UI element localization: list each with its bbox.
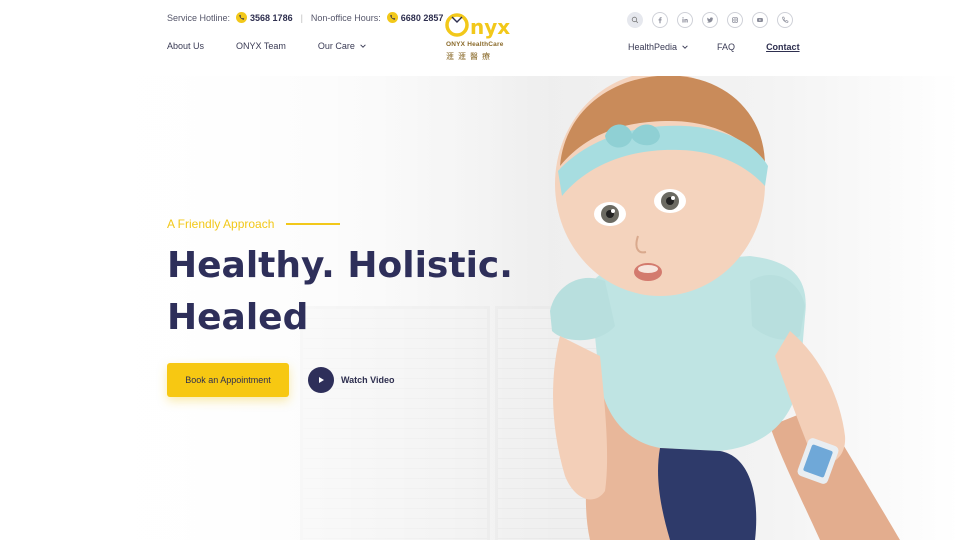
book-appointment-button[interactable]: Book an Appointment [167, 363, 289, 397]
social-icons [627, 12, 802, 28]
nonoffice-label: Non-office Hours: [310, 12, 381, 23]
chevron-down-icon [360, 44, 366, 48]
hero-section: A Friendly Approach Healthy. Holistic. H… [0, 76, 960, 540]
search-icon[interactable] [627, 12, 643, 28]
phone-icon [386, 12, 398, 23]
tagline-rule [286, 223, 341, 225]
logo-mark: nyx [445, 13, 510, 39]
separator: | [300, 12, 303, 23]
logo-wordmark: nyx [470, 15, 510, 39]
nav-healthpedia[interactable]: HealthPedia [628, 42, 689, 52]
logo-subtitle: ONYX HealthCare [446, 41, 504, 48]
logo-chinese: 滙滙醫療 [446, 52, 494, 61]
baby-photo [550, 76, 900, 540]
watch-video-button[interactable]: Watch Video [308, 367, 395, 393]
nav-contact[interactable]: Contact [766, 42, 800, 52]
phone-icon[interactable] [777, 12, 793, 28]
facebook-icon[interactable] [652, 12, 668, 28]
nav-our-care-label: Our Care [317, 41, 355, 51]
site-header: Service Hotline: 3568 1786 | Non-office … [0, 0, 960, 76]
nav-healthpedia-label: HealthPedia [628, 42, 678, 52]
nav-right: HealthPedia FAQ Contact [628, 42, 800, 52]
onyx-logo[interactable]: nyx ONYX HealthCare 滙滙醫療 [444, 11, 518, 65]
nonoffice-number[interactable]: 6680 2857 [401, 13, 444, 23]
nav-onyx-team[interactable]: ONYX Team [236, 41, 286, 51]
linkedin-icon[interactable] [677, 12, 693, 28]
hero-headline: Healthy. Holistic. Healed [167, 240, 513, 344]
hero-tagline: A Friendly Approach [167, 217, 341, 231]
hero-tagline-text: A Friendly Approach [167, 217, 275, 231]
watch-video-label: Watch Video [341, 375, 395, 385]
chevron-down-icon [682, 45, 688, 49]
nav-faq[interactable]: FAQ [717, 42, 735, 52]
hotline-label: Service Hotline: [167, 12, 231, 23]
nav-left: About Us ONYX Team Our Care [167, 41, 399, 51]
headline-line-2: Healed [167, 297, 309, 338]
twitter-icon[interactable] [702, 12, 718, 28]
hotline-number[interactable]: 3568 1786 [250, 13, 293, 23]
play-icon [308, 367, 334, 393]
hotlines: Service Hotline: 3568 1786 | Non-office … [167, 12, 443, 23]
nav-about-us[interactable]: About Us [167, 41, 204, 51]
youtube-icon[interactable] [752, 12, 768, 28]
phone-icon [236, 12, 248, 23]
nav-our-care[interactable]: Our Care [318, 41, 367, 51]
instagram-icon[interactable] [727, 12, 743, 28]
headline-line-1: Healthy. Holistic. [167, 245, 513, 286]
